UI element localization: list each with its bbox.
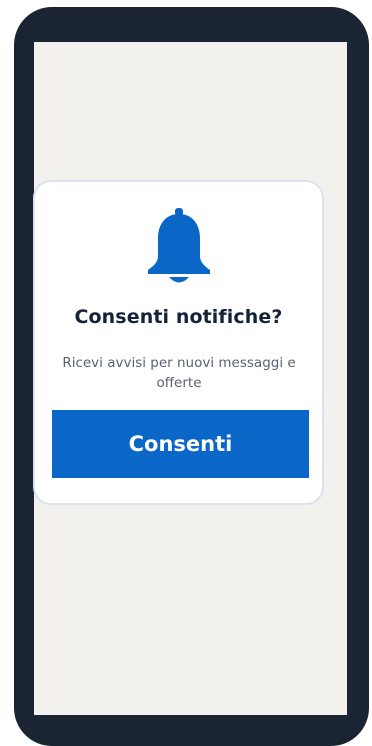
dialog-message: Ricevi avvisi per nuovi messaggi e offer… [62, 355, 296, 391]
bell-icon [148, 208, 210, 283]
allow-notifications-button[interactable]: Consenti [52, 410, 309, 478]
dialog-title: Consenti notifiche? [74, 306, 283, 328]
notification-permission-dialog: Consenti notifiche? Ricevi avvisi per nu… [33, 180, 324, 505]
